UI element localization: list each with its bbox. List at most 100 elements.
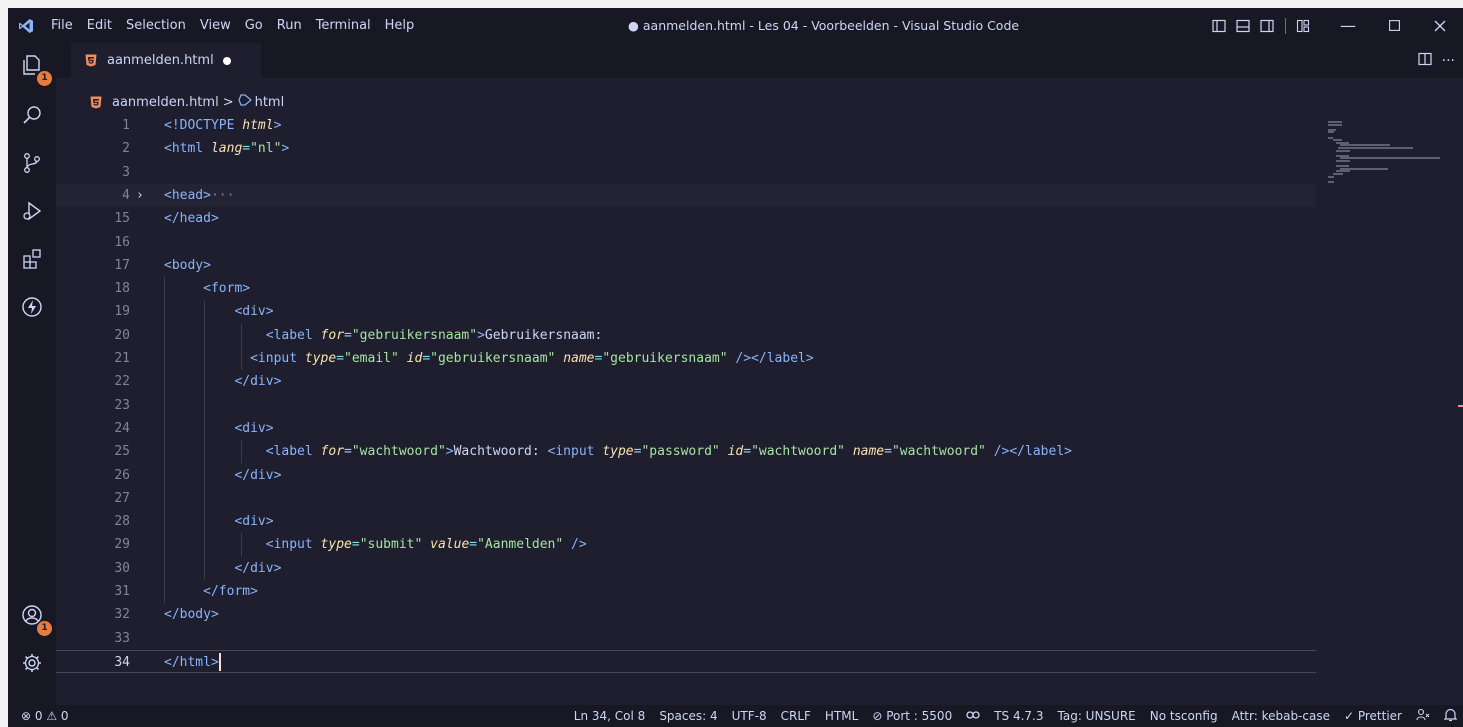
maximize-icon[interactable]	[1371, 8, 1417, 43]
customize-layout-icon[interactable]	[1293, 8, 1313, 43]
minimap-line	[1328, 131, 1335, 134]
activity-bar: 1 1	[8, 43, 56, 705]
manage-button[interactable]	[8, 641, 56, 689]
code-token: "nl"	[250, 141, 282, 157]
code-line[interactable]: 20 <label for="gebruikersnaam">Gebruiker…	[56, 324, 1316, 347]
code-line[interactable]: 16	[56, 231, 1316, 254]
prettier-status[interactable]: ✓ Prettier	[1337, 709, 1409, 723]
code-text: <!DOCTYPE html>	[164, 114, 281, 137]
minimap[interactable]	[1318, 121, 1440, 191]
menu-file[interactable]: File	[44, 8, 80, 43]
extensions-icon	[20, 247, 44, 275]
cursor-position[interactable]: Ln 34, Col 8	[567, 709, 653, 723]
menu-selection[interactable]: Selection	[119, 8, 193, 43]
code-line[interactable]: 33	[56, 627, 1316, 650]
attr-case[interactable]: Attr: kebab-case	[1225, 709, 1337, 723]
code-line[interactable]: 2 <html lang="nl">	[56, 137, 1316, 160]
code-token: "gebruikersnaam"	[430, 351, 556, 366]
end-of-line[interactable]: CRLF	[774, 709, 818, 723]
code-line[interactable]: 22 </div>	[56, 370, 1316, 393]
code-line[interactable]: 31 </form>	[56, 580, 1316, 603]
feedback-icon[interactable]	[1409, 708, 1437, 725]
minimap-line	[1336, 149, 1350, 152]
code-line[interactable]: 19 <div>	[56, 300, 1316, 323]
menu-terminal[interactable]: Terminal	[309, 8, 378, 43]
code-line[interactable]: 4 › <head>···	[56, 183, 1316, 208]
menu-edit[interactable]: Edit	[80, 8, 119, 43]
code-line[interactable]: 25 <label for="wachtwoord">Wachtwoord: <…	[56, 440, 1316, 463]
code-line[interactable]: 34 </html>	[56, 649, 1316, 674]
tab-aanmelden-html[interactable]: aanmelden.html	[71, 43, 261, 78]
menu-help[interactable]: Help	[378, 8, 422, 43]
lightning-button[interactable]	[8, 285, 56, 333]
menu-go[interactable]: Go	[238, 8, 270, 43]
code-line[interactable]: 26 </div>	[56, 464, 1316, 487]
code-token: =	[351, 537, 360, 553]
code-token: </div>	[234, 560, 282, 576]
explorer-button[interactable]: 1	[8, 43, 56, 91]
code-line[interactable]: 27	[56, 487, 1316, 510]
toggle-primary-sidebar-icon[interactable]	[1209, 8, 1229, 43]
code-text: <form>	[164, 277, 250, 300]
code-token: type	[602, 444, 634, 460]
code-line[interactable]: 28 <div>	[56, 510, 1316, 533]
problems-indicator[interactable]: ⊗ 0 ⚠ 0	[14, 709, 76, 723]
more-actions-icon[interactable]: ···	[1442, 53, 1455, 69]
code-line[interactable]: 3	[56, 161, 1316, 184]
code-line[interactable]: 30 </div>	[56, 557, 1316, 580]
typescript-version[interactable]: TS 4.7.3	[987, 709, 1050, 723]
minimize-icon[interactable]: —	[1325, 8, 1371, 43]
live-server-port[interactable]: ⊘ Port : 5500	[865, 709, 959, 723]
split-editor-icon[interactable]	[1418, 51, 1432, 70]
run-debug-button[interactable]	[8, 189, 56, 237]
code-line[interactable]: 1 <!DOCTYPE html>	[56, 114, 1316, 137]
code-token: <input	[250, 351, 305, 366]
extensions-button[interactable]	[8, 237, 56, 285]
live-share-icon[interactable]	[959, 709, 987, 724]
code-token: "password"	[641, 444, 720, 460]
tag-case[interactable]: Tag: UNSURE	[1051, 709, 1143, 723]
code-line[interactable]: 23	[56, 394, 1316, 417]
line-number: 15	[114, 211, 130, 227]
notifications-bell-icon[interactable]	[1437, 708, 1463, 725]
editor-actions: ···	[1418, 43, 1455, 78]
explorer-badge: 1	[37, 71, 52, 86]
code-line[interactable]: 24 <div>	[56, 417, 1316, 440]
encoding[interactable]: UTF-8	[725, 709, 774, 723]
source-control-button[interactable]	[8, 141, 56, 189]
line-number: 31	[114, 584, 130, 599]
fold-chevron-icon[interactable]: ›	[136, 184, 144, 207]
line-number: 19	[114, 304, 130, 320]
minimap-line	[1339, 157, 1440, 160]
language-mode[interactable]: HTML	[818, 709, 865, 723]
unsaved-dot-icon[interactable]	[222, 56, 231, 65]
indentation[interactable]: Spaces: 4	[652, 709, 724, 723]
breadcrumb-file[interactable]: aanmelden.html	[112, 95, 219, 110]
code-line[interactable]: 17 <body>	[56, 254, 1316, 277]
code-editor[interactable]: 1 <!DOCTYPE html> 2 <html lang="nl"> 3 4 › <hea…	[56, 114, 1463, 699]
code-token: "gebruikersnaam"	[602, 351, 728, 366]
breadcrumb-symbol[interactable]: html	[255, 95, 285, 110]
code-line[interactable]: 18 <form>	[56, 277, 1316, 300]
menu-view[interactable]: View	[193, 8, 238, 43]
code-line[interactable]: 29 <input type="submit" value="Aanmelden…	[56, 533, 1316, 556]
code-line[interactable]: 15 </head>	[56, 207, 1316, 230]
code-token: <div>	[234, 420, 274, 436]
accounts-button[interactable]: 1	[8, 593, 56, 641]
menu-run[interactable]: Run	[270, 8, 309, 43]
code-line[interactable]: 21 <input type="email" id="gebruikersnaa…	[56, 347, 1316, 370]
code-token: <div>	[234, 514, 274, 530]
close-icon[interactable]	[1417, 8, 1463, 43]
code-line[interactable]: 32 </body>	[56, 603, 1316, 626]
tsconfig-status[interactable]: No tsconfig	[1143, 709, 1225, 723]
toggle-panel-icon[interactable]	[1233, 8, 1253, 43]
code-token: name	[852, 444, 885, 460]
toggle-secondary-sidebar-icon[interactable]	[1257, 8, 1277, 43]
search-button[interactable]	[8, 93, 56, 141]
code-token: =	[344, 444, 352, 460]
line-number: 22	[114, 374, 130, 390]
